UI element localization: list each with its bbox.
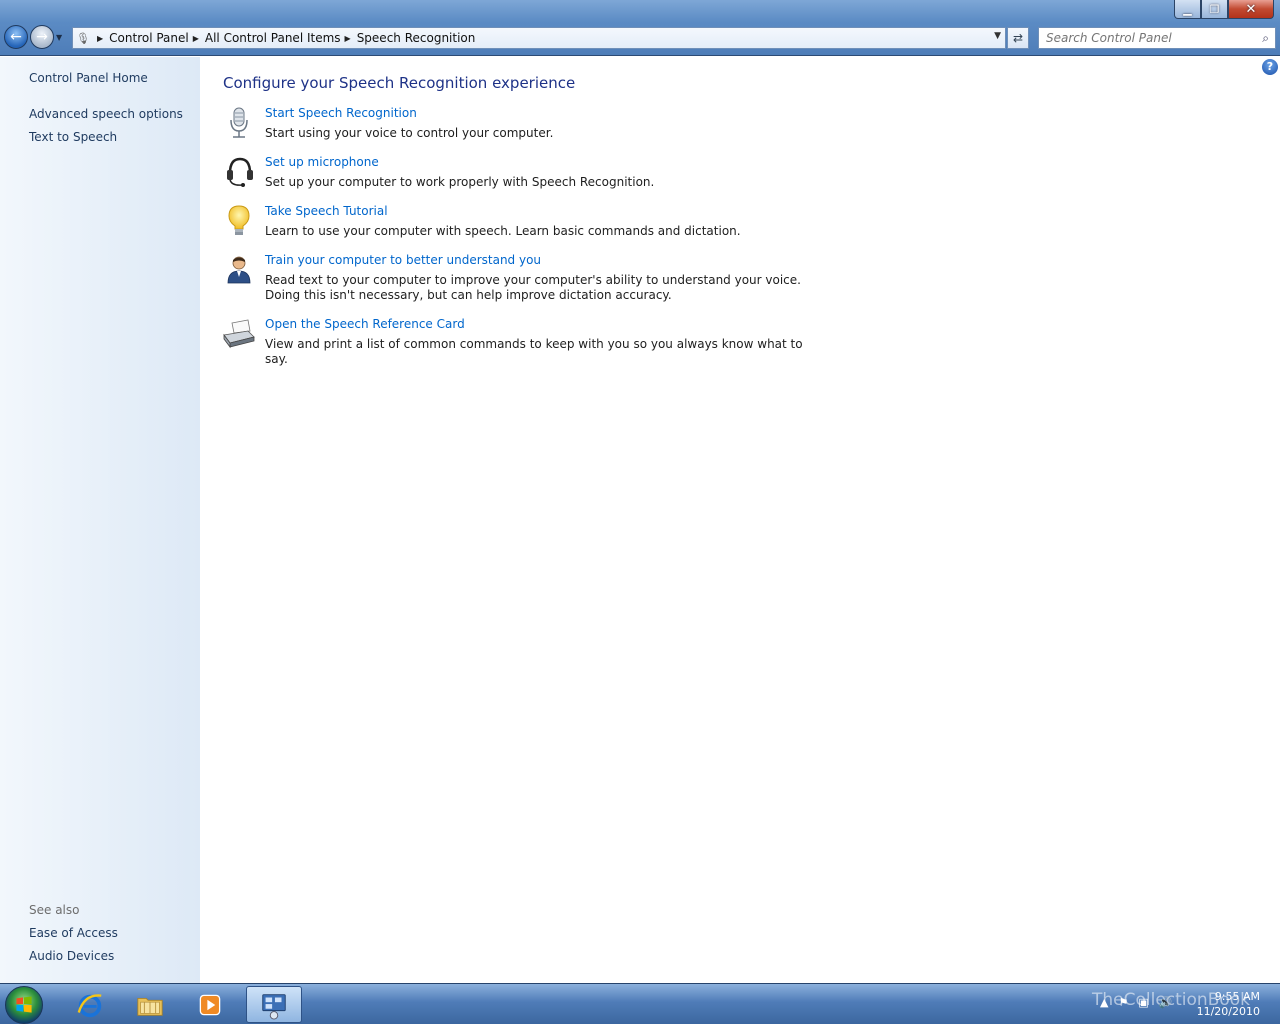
ease-of-access-link[interactable]: Ease of Access bbox=[29, 926, 118, 940]
main-content: ? Configure your Speech Recognition expe… bbox=[200, 57, 1280, 983]
network-icon[interactable]: ▣ bbox=[1138, 996, 1148, 1009]
task-description: Start using your voice to control your c… bbox=[265, 126, 554, 140]
windows-explorer-taskbar-button[interactable] bbox=[122, 986, 178, 1023]
chevron-down-icon[interactable]: ▼ bbox=[56, 33, 62, 42]
play-icon bbox=[199, 994, 221, 1015]
start-button[interactable] bbox=[5, 986, 43, 1024]
chevron-right-icon[interactable]: ▶ bbox=[345, 34, 351, 43]
task-take-speech-tutorial: Take Speech Tutorial Learn to use your c… bbox=[222, 204, 922, 238]
media-player-taskbar-button[interactable] bbox=[182, 986, 238, 1023]
user-icon bbox=[227, 256, 251, 284]
help-icon[interactable]: ? bbox=[1262, 59, 1278, 75]
clock-date: 11/20/2010 bbox=[1196, 1005, 1260, 1018]
open-speech-reference-card-link[interactable]: Open the Speech Reference Card bbox=[265, 317, 465, 331]
taskbar: TheCollectionBook ▲ ⚑ ▣ 🔊 9:55 AM 11/20/… bbox=[0, 983, 1280, 1024]
task-train-computer: Train your computer to better understand… bbox=[222, 253, 922, 302]
clock[interactable]: 9:55 AM 11/20/2010 bbox=[1197, 989, 1260, 1019]
breadcrumb-all-items[interactable]: All Control Panel Items bbox=[205, 31, 341, 45]
refresh-button[interactable]: ⇄ bbox=[1007, 27, 1029, 49]
forward-button[interactable]: → bbox=[30, 25, 54, 49]
maximize-button[interactable]: ❐ bbox=[1201, 0, 1228, 19]
arrow-left-icon: ← bbox=[10, 29, 22, 45]
minimize-button[interactable]: ▁ bbox=[1174, 0, 1201, 19]
back-button[interactable]: ← bbox=[4, 25, 28, 49]
printer-icon bbox=[223, 319, 255, 349]
address-bar[interactable]: 🎙 ▶ Control Panel ▶ All Control Panel It… bbox=[72, 27, 1006, 49]
task-description: Learn to use your computer with speech. … bbox=[265, 224, 741, 238]
breadcrumb-speech-recognition[interactable]: Speech Recognition bbox=[357, 31, 476, 45]
control-panel-taskbar-button[interactable] bbox=[246, 986, 302, 1023]
arrow-right-icon: → bbox=[36, 29, 48, 45]
task-description: Set up your computer to work properly wi… bbox=[265, 175, 655, 189]
microphone-icon bbox=[230, 107, 248, 138]
train-computer-link[interactable]: Train your computer to better understand… bbox=[265, 253, 541, 267]
close-button[interactable]: ✕ bbox=[1228, 0, 1274, 19]
advanced-speech-options-link[interactable]: Advanced speech options bbox=[29, 107, 183, 121]
folder-icon bbox=[137, 997, 163, 1016]
search-input[interactable] bbox=[1046, 31, 1246, 45]
breadcrumb-control-panel[interactable]: Control Panel bbox=[109, 31, 189, 45]
windows-logo-icon bbox=[16, 996, 32, 1013]
task-description: Read text to your computer to improve yo… bbox=[265, 273, 801, 302]
see-also-label: See also bbox=[29, 903, 80, 917]
search-icon[interactable]: ⌕ bbox=[1262, 31, 1269, 46]
text-to-speech-link[interactable]: Text to Speech bbox=[29, 130, 117, 144]
chevron-down-icon[interactable]: ▼ bbox=[994, 31, 1001, 41]
set-up-microphone-link[interactable]: Set up microphone bbox=[265, 155, 379, 169]
clock-time: 9:55 AM bbox=[1214, 990, 1260, 1003]
chevron-right-icon[interactable]: ▶ bbox=[193, 34, 199, 43]
lightbulb-icon bbox=[228, 205, 250, 235]
task-start-speech-recognition: Start Speech Recognition Start using you… bbox=[222, 106, 922, 140]
start-speech-recognition-link[interactable]: Start Speech Recognition bbox=[265, 106, 417, 120]
microphone-icon: 🎙 bbox=[76, 31, 90, 45]
task-set-up-microphone: Set up microphone Set up your computer t… bbox=[222, 155, 922, 189]
control-panel-home-link[interactable]: Control Panel Home bbox=[29, 71, 148, 85]
window-chrome: ▁ ❐ ✕ ← → ▼ 🎙 ▶ Control Panel ▶ All Cont… bbox=[0, 0, 1280, 56]
search-box[interactable]: ⌕ bbox=[1038, 27, 1276, 49]
control-panel-icon bbox=[262, 993, 286, 1020]
navigation-buttons: ← → ▼ bbox=[4, 25, 62, 49]
task-speech-reference-card: Open the Speech Reference Card View and … bbox=[222, 317, 922, 366]
take-speech-tutorial-link[interactable]: Take Speech Tutorial bbox=[265, 204, 388, 218]
window-controls: ▁ ❐ ✕ bbox=[1174, 0, 1274, 19]
page-title: Configure your Speech Recognition experi… bbox=[223, 74, 576, 92]
refresh-icon: ⇄ bbox=[1012, 31, 1024, 45]
system-tray: ▲ ⚑ ▣ 🔊 bbox=[1100, 996, 1172, 1009]
headset-icon bbox=[227, 157, 253, 187]
task-description: View and print a list of common commands… bbox=[265, 337, 803, 366]
left-pane: Control Panel Home Advanced speech optio… bbox=[0, 57, 200, 983]
audio-devices-link[interactable]: Audio Devices bbox=[29, 949, 114, 963]
chevron-right-icon[interactable]: ▶ bbox=[97, 34, 103, 43]
internet-explorer-taskbar-button[interactable] bbox=[62, 986, 118, 1023]
flag-icon[interactable]: ⚑ bbox=[1118, 996, 1128, 1009]
internet-explorer-icon bbox=[77, 993, 102, 1017]
volume-icon[interactable]: 🔊 bbox=[1159, 996, 1173, 1009]
chevron-up-icon[interactable]: ▲ bbox=[1100, 996, 1108, 1009]
